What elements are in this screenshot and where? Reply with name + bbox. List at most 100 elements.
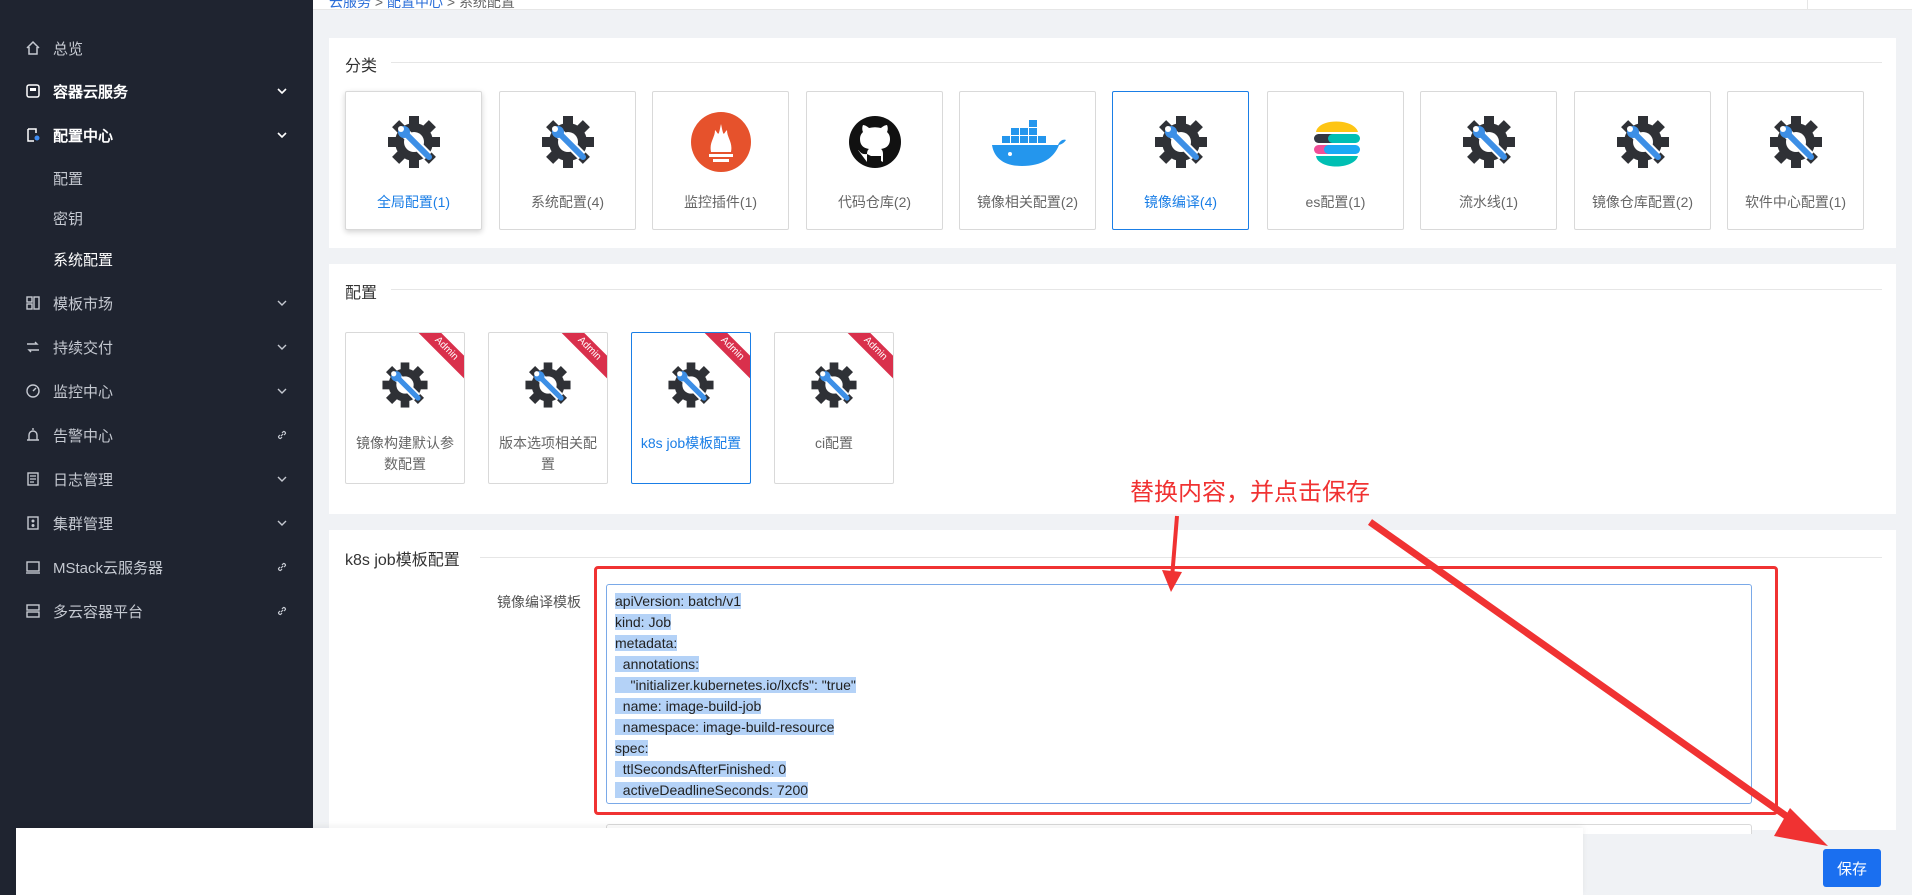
link-icon [275, 604, 289, 618]
category-card-pipeline[interactable]: 流水线(1) [1420, 91, 1557, 230]
card-label: ci配置 [814, 435, 854, 451]
card-label: 代码仓库(2) [837, 194, 912, 210]
detail-title: k8s job模板配置 [345, 552, 460, 569]
multicloud-icon [24, 602, 42, 620]
sidebar-subitem-secret[interactable]: 密钥 [53, 208, 83, 229]
chevron-down-icon [275, 516, 289, 530]
card-label: k8s job模板配置 [640, 435, 742, 451]
sidebar-item-container-cloud[interactable]: 容器云服务 [0, 73, 313, 109]
github-icon [845, 112, 905, 172]
gear-wrench-icon [1613, 112, 1673, 172]
category-card-software-center[interactable]: 软件中心配置(1) [1727, 91, 1864, 230]
sidebar-item-config-center[interactable]: 配置中心 [0, 117, 313, 153]
category-card-global[interactable]: 全局配置(1) [345, 91, 482, 230]
gear-wrench-icon [1151, 112, 1211, 172]
sidebar-item-cluster-management[interactable]: 集群管理 [0, 505, 313, 541]
prometheus-icon [691, 112, 751, 172]
sidebar-item-label: 配置中心 [53, 127, 114, 145]
config-card-k8s-job-template[interactable]: Admin k8s job模板配置 [631, 332, 751, 484]
breadcrumb-root[interactable]: 云服务 [329, 0, 371, 10]
category-card-monitor-plugin[interactable]: 监控插件(1) [652, 91, 789, 230]
chevron-down-icon [275, 384, 289, 398]
category-card-image-build[interactable]: 镜像编译(4) [1112, 91, 1249, 230]
gear-wrench-icon [808, 359, 860, 411]
gear-wrench-icon [384, 112, 444, 172]
sidebar-item-label: 容器云服务 [53, 83, 129, 101]
sidebar-item-label: MStack云服务器 [53, 559, 164, 577]
sidebar-item-label: 持续交付 [53, 339, 114, 357]
chevron-down-icon [275, 84, 289, 98]
elastic-icon [1306, 112, 1366, 172]
save-button[interactable]: 保存 [1823, 849, 1881, 887]
sidebar-item-label: 总览 [53, 40, 84, 58]
sidebar-item-overview[interactable]: 总览 [0, 30, 313, 66]
card-label: 版本选项相关配置 [499, 435, 597, 472]
category-card-es[interactable]: es配置(1) [1267, 91, 1404, 230]
sidebar-item-multicloud[interactable]: 多云容器平台 [0, 593, 313, 629]
link-icon [275, 428, 289, 442]
sidebar-item-alarm-center[interactable]: 告警中心 [0, 417, 313, 453]
sidebar-item-label: 监控中心 [53, 383, 114, 401]
sidebar-item-label: 日志管理 [53, 471, 114, 489]
gear-wrench-icon [1459, 112, 1519, 172]
annotation-text: 替换内容，并点击保存 [1130, 479, 1370, 506]
card-label: 镜像仓库配置(2) [1591, 194, 1694, 210]
cluster-icon [24, 514, 42, 532]
template-icon [24, 294, 42, 312]
card-label: 软件中心配置(1) [1744, 194, 1847, 210]
top-bar: 云服务 > 配置中心 > 系统配置 [313, 0, 1912, 10]
delivery-icon [24, 338, 42, 356]
sidebar-item-label: 多云容器平台 [53, 603, 144, 621]
home-icon [24, 39, 42, 57]
card-label: 系统配置(4) [530, 194, 605, 210]
breadcrumb: 云服务 > 配置中心 > 系统配置 [329, 0, 515, 12]
card-label: es配置(1) [1305, 194, 1366, 210]
sidebar-subitem-system-config[interactable]: 系统配置 [53, 249, 113, 270]
category-card-image-related[interactable]: 镜像相关配置(2) [959, 91, 1096, 230]
card-label: 镜像相关配置(2) [976, 194, 1079, 210]
sidebar-item-continuous-delivery[interactable]: 持续交付 [0, 329, 313, 365]
chevron-down-icon [275, 128, 289, 142]
template-field-label: 镜像编译模板 [497, 594, 581, 610]
server-icon [24, 558, 42, 576]
sidebar-item-label: 告警中心 [53, 427, 114, 445]
sidebar-item-mstack[interactable]: MStack云服务器 [0, 549, 313, 585]
annotation-frame [594, 566, 1778, 815]
category-card-image-repo[interactable]: 镜像仓库配置(2) [1574, 91, 1711, 230]
link-icon [275, 560, 289, 574]
config-card-version-options[interactable]: Admin 版本选项相关配置 [488, 332, 608, 484]
divider [391, 289, 1882, 290]
category-card-system[interactable]: 系统配置(4) [499, 91, 636, 230]
chevron-down-icon [275, 296, 289, 310]
config-card-image-build-default[interactable]: Admin 镜像构建默认参数配置 [345, 332, 465, 484]
log-icon [24, 470, 42, 488]
config-title: 配置 [345, 285, 378, 302]
gear-wrench-icon [1766, 112, 1826, 172]
config-card-ci[interactable]: Admin ci配置 [774, 332, 894, 484]
chevron-down-icon [275, 472, 289, 486]
divider [391, 62, 1882, 63]
card-label: 镜像编译(4) [1143, 194, 1218, 210]
sidebar-subitem-config[interactable]: 配置 [53, 168, 83, 189]
gear-wrench-icon [379, 359, 431, 411]
config-icon [24, 126, 42, 144]
card-label: 监控插件(1) [683, 194, 758, 210]
breadcrumb-mid[interactable]: 配置中心 [387, 0, 443, 10]
sidebar: 总览 容器云服务 配置中心 配置 密钥 系统配置 模板市场 持续交付 监控中心 … [0, 0, 313, 895]
breadcrumb-separator: > [374, 0, 384, 10]
divider [480, 557, 1882, 558]
gear-wrench-icon [522, 359, 574, 411]
monitor-icon [24, 382, 42, 400]
sidebar-item-monitor-center[interactable]: 监控中心 [0, 373, 313, 409]
card-label: 全局配置(1) [376, 194, 451, 210]
card-label: 镜像构建默认参数配置 [356, 435, 454, 472]
category-card-code-repo[interactable]: 代码仓库(2) [806, 91, 943, 230]
sidebar-item-label: 集群管理 [53, 515, 114, 533]
sidebar-item-template-market[interactable]: 模板市场 [0, 285, 313, 321]
sidebar-item-label: 模板市场 [53, 295, 114, 313]
footer-bar [16, 828, 1583, 895]
sidebar-item-log-management[interactable]: 日志管理 [0, 461, 313, 497]
cube-icon [24, 82, 42, 100]
breadcrumb-separator: > [446, 0, 456, 10]
card-label: 流水线(1) [1458, 194, 1519, 210]
